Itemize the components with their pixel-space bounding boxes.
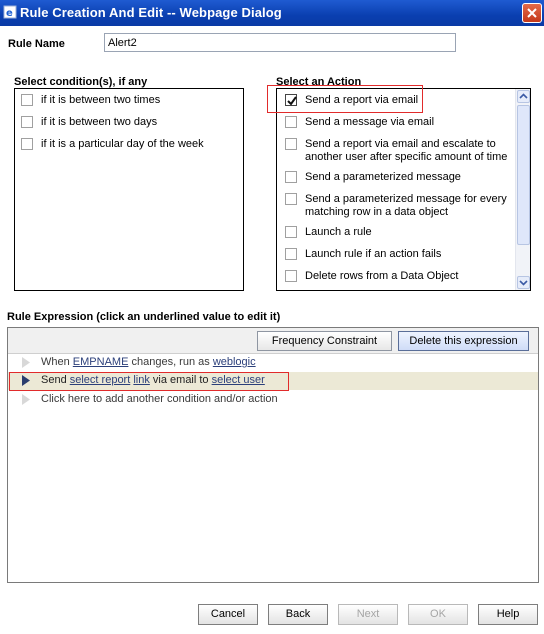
scroll-thumb[interactable]	[517, 105, 530, 245]
checkbox[interactable]	[285, 226, 297, 238]
delete-expression-button[interactable]: Delete this expression	[398, 331, 529, 351]
chevron-up-icon	[519, 93, 528, 99]
checkbox[interactable]	[285, 248, 297, 260]
next-button[interactable]: Next	[338, 604, 398, 625]
expression-panel: Frequency Constraint Delete this express…	[7, 327, 539, 583]
scroll-down-button[interactable]	[517, 276, 530, 289]
checkbox[interactable]	[285, 193, 297, 205]
close-icon	[527, 8, 537, 18]
close-button[interactable]	[522, 3, 542, 23]
window-title: Rule Creation And Edit -- Webpage Dialog	[20, 5, 282, 20]
checkbox[interactable]	[285, 171, 297, 183]
checkbox[interactable]	[21, 94, 33, 106]
ok-button[interactable]: OK	[408, 604, 468, 625]
rule-name-input[interactable]	[104, 33, 456, 52]
checkbox[interactable]	[21, 138, 33, 150]
checkbox[interactable]	[285, 116, 297, 128]
link-empname[interactable]: EMPNAME	[73, 356, 129, 368]
svg-text:e: e	[6, 8, 13, 19]
conditions-list: if it is between two times if it is betw…	[14, 88, 244, 291]
scroll-up-button[interactable]	[517, 90, 530, 103]
expression-toolbar: Frequency Constraint Delete this express…	[8, 328, 538, 354]
row-marker-icon	[22, 394, 30, 405]
dialog-window: e Rule Creation And Edit -- Webpage Dial…	[0, 0, 544, 634]
checkbox[interactable]	[21, 116, 33, 128]
row-marker-icon	[22, 357, 30, 368]
conditions-label: Select condition(s), if any	[14, 76, 148, 88]
expression-label: Rule Expression (click an underlined val…	[7, 311, 281, 323]
cancel-button[interactable]: Cancel	[198, 604, 258, 625]
expression-row-add[interactable]: Click here to add another condition and/…	[8, 391, 538, 409]
actions-scrollbar[interactable]	[515, 89, 530, 290]
title-bar[interactable]: e Rule Creation And Edit -- Webpage Dial…	[0, 0, 544, 26]
ie-page-icon: e	[3, 5, 17, 19]
actions-list: Send a report via email Send a message v…	[276, 88, 531, 291]
expression-row-when[interactable]: When EMPNAME changes, run as weblogic	[8, 354, 538, 372]
checkbox[interactable]	[285, 270, 297, 282]
help-button[interactable]: Help	[478, 604, 538, 625]
link-weblogic[interactable]: weblogic	[213, 356, 256, 368]
rule-name-label: Rule Name	[8, 38, 65, 50]
frequency-constraint-button[interactable]: Frequency Constraint	[257, 331, 392, 351]
back-button[interactable]: Back	[268, 604, 328, 625]
chevron-down-icon	[519, 280, 528, 286]
highlight-box	[267, 85, 423, 113]
highlight-box	[9, 372, 289, 391]
checkbox[interactable]	[285, 138, 297, 150]
